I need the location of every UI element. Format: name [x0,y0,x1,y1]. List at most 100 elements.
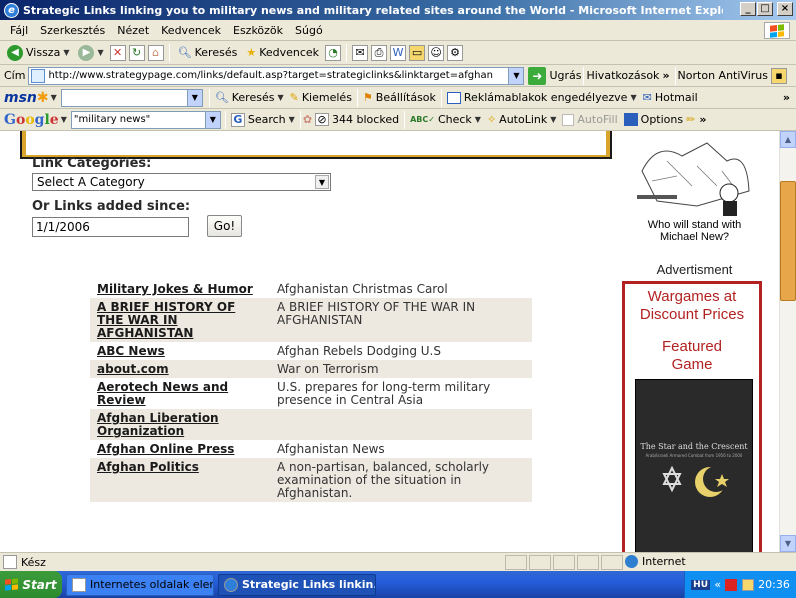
link-cell: about.com [90,360,270,378]
wargames-ad[interactable]: Wargames at Discount Prices Featured Gam… [622,281,762,552]
stop-icon[interactable]: ✕ [109,44,126,61]
go-button[interactable]: Ugrás [549,69,581,82]
msn-search-dropdown[interactable]: ▼ [186,89,202,106]
menu-view[interactable]: Nézet [111,24,155,37]
favorites-button[interactable]: ★ Kedvencek [243,46,322,59]
more-chevron-icon[interactable]: » [699,113,706,126]
zonealarm-icon[interactable] [725,578,738,591]
options-button[interactable]: Options [621,113,686,126]
search-button[interactable]: 🔍︎ Keresés [175,46,241,59]
menu-tools[interactable]: Eszközök [227,24,289,37]
google-search-input[interactable]: "military news" ▼ [70,110,221,129]
folder-icon[interactable]: ▭ [409,44,426,61]
chevron-down-icon: ▼ [630,93,637,102]
site-link[interactable]: Military Jokes & Humor [97,282,253,296]
highlight-button[interactable]: ✎ Kiemelés [287,91,355,104]
settings-button[interactable]: ⚑ Beállítások [360,91,439,104]
google-search-dropdown[interactable]: ▼ [204,111,220,128]
scroll-up-button[interactable]: ▲ [780,131,796,148]
wand-icon: ✧ [486,113,497,126]
language-indicator[interactable]: HU [691,579,711,590]
start-label: Start [22,577,57,592]
popup-blocker-button[interactable]: Reklámablakok engedélyezve ▼ [444,91,640,104]
link-cell: Military Jokes & Humor [90,280,270,298]
site-link[interactable]: ABC News [97,344,165,358]
refresh-icon[interactable]: ↻ [128,44,145,61]
taskbar-item-word[interactable]: Internetes oldalak elemz... [66,573,214,596]
hotmail-button[interactable]: ✉ Hotmail [640,91,701,104]
maximize-button[interactable]: □ [757,2,773,16]
taskbar-item-ie[interactable]: Strategic Links linkin... [218,573,376,596]
msn-search-button[interactable]: 🔍︎ Keresés ▼ [212,91,287,104]
taskbar: Start Internetes oldalak elemz... Strate… [0,571,796,598]
site-link[interactable]: A BRIEF HISTORY OF THE WAR IN AFGHANISTA… [97,300,235,340]
menu-edit[interactable]: Szerkesztés [34,24,111,37]
table-row: about.com War on Terrorism [90,360,532,378]
menu-help[interactable]: Súgó [289,24,329,37]
minimize-button[interactable]: _ [740,2,756,16]
book-subtitle: Arab/Israeli Armored Combat from 1956 to… [645,453,743,458]
start-button[interactable]: Start [0,571,62,598]
chevron-down-icon[interactable]: ▼ [61,115,67,124]
autolink-button[interactable]: ✧ AutoLink ▼ [484,113,559,126]
go-arrow-icon[interactable]: ➜ [528,66,547,85]
site-link[interactable]: Afghan Online Press [97,442,234,456]
more-chevron-icon[interactable]: » [783,91,790,104]
close-button[interactable]: × [777,2,793,16]
book-title: The Star and the Crescent [640,442,748,451]
address-dropdown-button[interactable]: ▼ [508,67,524,84]
chevron-down-icon[interactable]: ▼ [315,175,329,189]
word-icon[interactable]: W [390,44,407,61]
star-icon: ★ [246,46,257,59]
mail-icon[interactable]: ✉ [352,44,369,61]
menu-favorites[interactable]: Kedvencek [155,24,227,37]
window-icon [446,91,461,104]
print-icon[interactable]: ⎙ [371,44,388,61]
address-input[interactable]: http://www.strategypage.com/links/defaul… [28,66,525,85]
back-button[interactable]: ◀ Vissza ▼ [4,44,72,61]
home-icon[interactable]: ⌂ [147,44,164,61]
scroll-thumb[interactable] [780,181,796,301]
site-link[interactable]: Afghan Politics [97,460,199,474]
pagerank-icon[interactable]: ✿ [303,113,312,126]
link-description: War on Terrorism [277,362,379,376]
norton-icon[interactable]: ▪ [770,67,787,84]
windows-logo-icon [764,22,790,39]
autofill-button[interactable]: AutoFill [559,113,620,126]
spell-check-button[interactable]: ABC✓ Check ▼ [407,113,484,126]
go-button[interactable]: Go! [207,215,242,237]
site-link[interactable]: Afghan Liberation Organization [97,411,219,438]
google-search-button[interactable]: G Search ▼ [228,112,298,127]
internet-explorer-icon [224,577,238,592]
tray-expand-icon[interactable]: « [714,578,721,591]
book-cover-image[interactable]: The Star and the Crescent Arab/Israeli A… [635,379,753,552]
norton-antivirus-button[interactable]: Norton AntiVirus [678,69,768,82]
history-icon[interactable]: ◔ [325,44,342,61]
pencil-icon[interactable]: ✏ [686,113,695,126]
site-link[interactable]: Aerotech News and Review [97,380,228,407]
forward-button[interactable]: ▶ ▼ [75,44,106,61]
network-icon[interactable] [741,578,754,591]
since-date-input[interactable]: 1/1/2006 [32,217,189,237]
cartoon-ad[interactable]: Who will stand with Michael New? [632,131,757,263]
menu-file[interactable]: Fájl [4,24,34,37]
msn-logo-icon[interactable]: msn✱ [4,90,49,106]
msn-search-input[interactable]: ▼ [60,88,203,107]
link-cell: Afghan Politics [90,458,270,502]
popup-blocked-button[interactable]: ⊘ 344 blocked [312,113,402,126]
site-link[interactable]: about.com [97,362,169,376]
link-cell: Aerotech News and Review [90,378,270,409]
back-arrow-icon: ◀ [7,44,23,61]
scroll-down-button[interactable]: ▼ [780,535,796,552]
since-label: Or Links added since: [32,199,191,214]
tools-icon[interactable]: ⚙ [447,44,464,61]
google-query: "military news" [73,114,151,125]
vertical-scrollbar[interactable]: ▲ ▼ [779,131,796,552]
category-select[interactable]: Select A Category ▼ [32,173,331,191]
chevron-down-icon: ▼ [277,93,284,102]
links-button[interactable]: Hivatkozások [586,69,659,82]
popup-label: Reklámablakok engedélyezve [463,91,628,104]
chevron-down-icon[interactable]: ▼ [51,93,57,102]
messenger-icon[interactable]: ☺ [428,44,445,61]
google-logo-icon[interactable]: Google [4,112,59,128]
